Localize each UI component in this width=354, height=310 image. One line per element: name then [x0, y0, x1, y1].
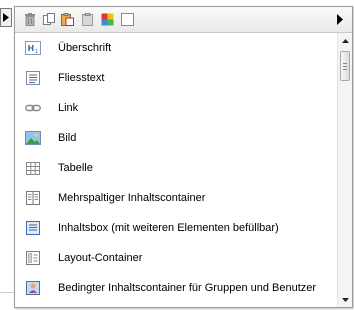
list-item-table[interactable]: Tabelle [15, 153, 337, 183]
list-item-label: Tabelle [58, 162, 93, 174]
list-item-layout-container[interactable]: Layout-Container [15, 243, 337, 273]
page-divider [0, 292, 14, 293]
list-item-label: Fliesstext [58, 72, 105, 84]
element-list: H 1 Überschrift Fliesstext Link Bild Tab… [15, 33, 337, 307]
list-item-columns[interactable]: Mehrspaltiger Inhaltscontainer [15, 183, 337, 213]
image-icon [25, 131, 41, 145]
scrollbar-thumb[interactable] [340, 51, 350, 81]
grip-line [343, 69, 347, 70]
grip-line [343, 63, 347, 64]
heading-icon: H 1 [25, 41, 41, 55]
grip-line [343, 66, 347, 67]
layout-container-icon [25, 251, 41, 265]
menu-trigger-button[interactable] [0, 8, 12, 27]
columns-icon [25, 191, 41, 205]
list-item-label: Inhaltsbox (mit weiteren Elementen befül… [58, 222, 279, 234]
list-item-label: Bedingter Inhaltscontainer für Gruppen u… [58, 282, 317, 294]
caret-right-icon [3, 13, 9, 22]
table-icon [25, 161, 41, 175]
page-background [0, 0, 14, 310]
scroll-down-arrow-icon[interactable] [341, 295, 350, 304]
scroll-up-arrow-icon[interactable] [341, 37, 350, 46]
trash-icon[interactable] [23, 13, 36, 26]
list-item-label: Layout-Container [58, 252, 143, 264]
list-item-label: Mehrspaltiger Inhaltscontainer [58, 192, 206, 204]
arrow-right-icon[interactable] [336, 14, 344, 25]
content-box-icon [25, 221, 41, 235]
list-item-label: Bild [58, 132, 77, 144]
popup-toolbar [15, 7, 352, 33]
list-item-conditional-container[interactable]: Bedingter Inhaltscontainer für Gruppen u… [15, 273, 337, 303]
user-group-container-icon [25, 281, 41, 295]
list-item-content-box[interactable]: Inhaltsbox (mit weiteren Elementen befül… [15, 213, 337, 243]
link-icon [25, 101, 41, 115]
list-item-link[interactable]: Link [15, 93, 337, 123]
color-palette-icon[interactable] [101, 13, 114, 26]
list-item-heading[interactable]: H 1 Überschrift [15, 33, 337, 63]
copy-icon[interactable] [43, 13, 56, 26]
svg-text:1: 1 [35, 49, 38, 55]
paste-icon[interactable] [61, 13, 74, 26]
vertical-scrollbar[interactable] [337, 33, 352, 307]
clipboard-icon[interactable] [81, 13, 94, 26]
list-item-label: Link [58, 102, 79, 114]
list-item-label: Überschrift [58, 42, 112, 54]
list-item-image[interactable]: Bild [15, 123, 337, 153]
list-item-paragraph[interactable]: Fliesstext [15, 63, 337, 93]
svg-text:H: H [28, 44, 35, 53]
blank-square-icon[interactable] [121, 13, 134, 26]
paragraph-icon [25, 71, 41, 85]
insert-element-popup: H 1 Überschrift Fliesstext Link Bild Tab… [14, 6, 353, 308]
